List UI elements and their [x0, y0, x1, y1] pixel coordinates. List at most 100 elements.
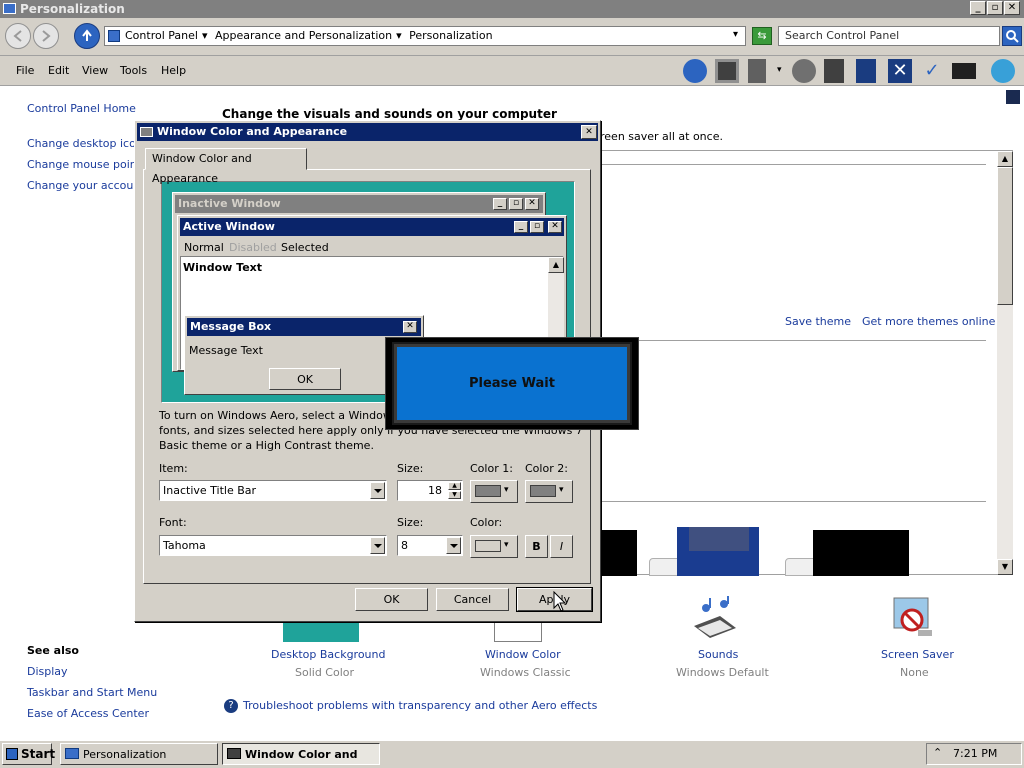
change-desktop-icons-link[interactable]: Change desktop icons — [27, 137, 149, 150]
folder-options-icon[interactable] — [748, 59, 766, 83]
more-themes-link[interactable]: Get more themes online — [862, 315, 995, 328]
stepper-up-icon[interactable]: ▲ — [448, 482, 461, 490]
network-icon[interactable] — [792, 59, 816, 83]
refresh-icon[interactable]: ⇆ — [752, 27, 772, 45]
search-icon[interactable] — [1002, 26, 1022, 46]
chevron-down-icon[interactable] — [446, 537, 461, 554]
chevron-down-icon[interactable] — [370, 537, 385, 554]
taskbar: Start Personalization Window Color and A… — [0, 740, 1024, 768]
font-label: Font: — [159, 516, 187, 529]
chevron-down-icon: ▾ — [504, 485, 509, 495]
minimize-button[interactable]: _ — [970, 1, 986, 15]
minimize-icon: _ — [514, 221, 528, 233]
chevron-down-icon[interactable]: ▾ — [202, 29, 208, 42]
breadcrumb: Control Panel ▾ Appearance and Personaliz… — [125, 29, 497, 42]
close-button[interactable]: ✕ — [1004, 1, 1020, 15]
menu-file[interactable]: File — [16, 64, 34, 77]
maximize-icon: ▫ — [530, 221, 544, 233]
view-icon[interactable] — [715, 59, 739, 83]
troubleshoot-link[interactable]: Troubleshoot problems with transparency … — [243, 699, 597, 712]
dialog-titlebar[interactable]: Window Color and Appearance ✕ — [137, 123, 598, 141]
window-titlebar[interactable]: Personalization _ ▫ ✕ — [0, 0, 1024, 18]
delete-icon[interactable]: ✕ — [888, 59, 912, 83]
up-folder-icon[interactable] — [683, 59, 707, 83]
sounds-link[interactable]: Sounds — [698, 648, 738, 661]
crumb-personalization[interactable]: Personalization — [409, 29, 492, 42]
dialog-close-button[interactable]: ✕ — [581, 125, 597, 139]
menu-tools[interactable]: Tools — [120, 64, 147, 77]
forward-button[interactable] — [33, 23, 59, 49]
crumb-control-panel[interactable]: Control Panel — [125, 29, 198, 42]
desktop-background-link[interactable]: Desktop Background — [271, 648, 386, 661]
window-color-thumbnail[interactable] — [494, 620, 542, 642]
display-link[interactable]: Display — [27, 665, 68, 678]
save-theme-link[interactable]: Save theme — [785, 315, 851, 328]
help-icon[interactable] — [1006, 90, 1020, 104]
taskbar-item-window-color[interactable]: Window Color and Ap... — [222, 743, 380, 765]
copy-icon[interactable] — [824, 59, 844, 83]
start-button[interactable]: Start — [2, 743, 55, 765]
taskbar-item-personalization[interactable]: Personalization — [60, 743, 218, 765]
chevron-down-icon: ▾ — [504, 540, 509, 550]
desktop-background-thumbnail[interactable] — [283, 620, 359, 642]
scroll-thumb[interactable] — [997, 167, 1013, 305]
back-arrow-icon — [13, 30, 22, 42]
address-dropdown-icon[interactable]: ▾ — [733, 29, 738, 40]
search-input[interactable]: Search Control Panel — [778, 26, 1000, 46]
bold-button[interactable]: B — [525, 535, 548, 558]
up-button[interactable] — [74, 23, 100, 49]
preview-window-text: Window Text — [183, 261, 263, 274]
size-stepper[interactable]: 18 ▲ ▼ — [397, 480, 463, 501]
globe-icon[interactable] — [991, 59, 1015, 83]
chevron-down-icon[interactable]: ▾ — [777, 65, 782, 75]
tray-expand-icon[interactable]: ⌃ — [933, 746, 942, 759]
tab-window-color[interactable]: Window Color and Appearance — [145, 148, 307, 185]
theme-thumbnail[interactable] — [813, 530, 909, 576]
clock[interactable]: 7:21 PM — [953, 747, 997, 760]
chevron-down-icon[interactable]: ▾ — [396, 29, 402, 42]
italic-button[interactable]: I — [550, 535, 573, 558]
menu-view[interactable]: View — [82, 64, 108, 77]
font-color-label: Color: — [470, 516, 503, 529]
maximize-button[interactable]: ▫ — [987, 1, 1003, 15]
crumb-appearance[interactable]: Appearance and Personalization — [215, 29, 392, 42]
window-color-link[interactable]: Window Color — [485, 648, 561, 661]
stepper-down-icon[interactable]: ▼ — [448, 491, 461, 499]
theme-thumbnail[interactable] — [601, 530, 637, 576]
ok-button[interactable]: OK — [355, 588, 428, 611]
control-panel-home-link[interactable]: Control Panel Home — [27, 102, 136, 115]
color1-swatch — [475, 485, 501, 497]
screen-saver-icon[interactable] — [890, 596, 936, 640]
chevron-down-icon[interactable] — [370, 482, 385, 499]
taskbar-start-menu-link[interactable]: Taskbar and Start Menu — [27, 686, 157, 699]
menu-edit[interactable]: Edit — [48, 64, 69, 77]
font-color-picker[interactable]: ▾ — [470, 535, 518, 558]
properties-icon[interactable] — [856, 59, 876, 83]
theme-list-scrollbar[interactable]: ▲ ▼ — [997, 151, 1013, 575]
color1-picker[interactable]: ▾ — [470, 480, 518, 503]
sounds-icon[interactable] — [690, 596, 740, 640]
cancel-label: Cancel — [453, 593, 492, 606]
font-select[interactable]: Tahoma — [159, 535, 387, 556]
scroll-down-button[interactable]: ▼ — [997, 559, 1013, 575]
color2-picker[interactable]: ▾ — [525, 480, 573, 503]
undo-icon[interactable] — [952, 63, 976, 79]
windows-logo-icon — [6, 748, 18, 760]
font-value: Tahoma — [163, 539, 206, 552]
back-button[interactable] — [5, 23, 31, 49]
window-color-value: Windows Classic — [480, 666, 571, 679]
address-bar[interactable]: Control Panel ▾ Appearance and Personaliz… — [104, 26, 746, 46]
menu-help[interactable]: Help — [161, 64, 186, 77]
font-size-select[interactable]: 8 — [397, 535, 463, 556]
scroll-up-icon: ▲ — [548, 257, 564, 273]
ease-of-access-link[interactable]: Ease of Access Center — [27, 707, 149, 720]
item-select[interactable]: Inactive Title Bar — [159, 480, 387, 501]
dialog-app-icon — [227, 748, 241, 759]
theme-thumbnail[interactable] — [689, 527, 749, 551]
msgbox-text: Message Text — [189, 344, 263, 357]
check-icon[interactable]: ✓ — [920, 59, 944, 83]
scroll-up-button[interactable]: ▲ — [997, 151, 1013, 167]
screen-saver-link[interactable]: Screen Saver — [881, 648, 954, 661]
please-wait-box: Please Wait — [385, 337, 639, 430]
cancel-button[interactable]: Cancel — [436, 588, 509, 611]
